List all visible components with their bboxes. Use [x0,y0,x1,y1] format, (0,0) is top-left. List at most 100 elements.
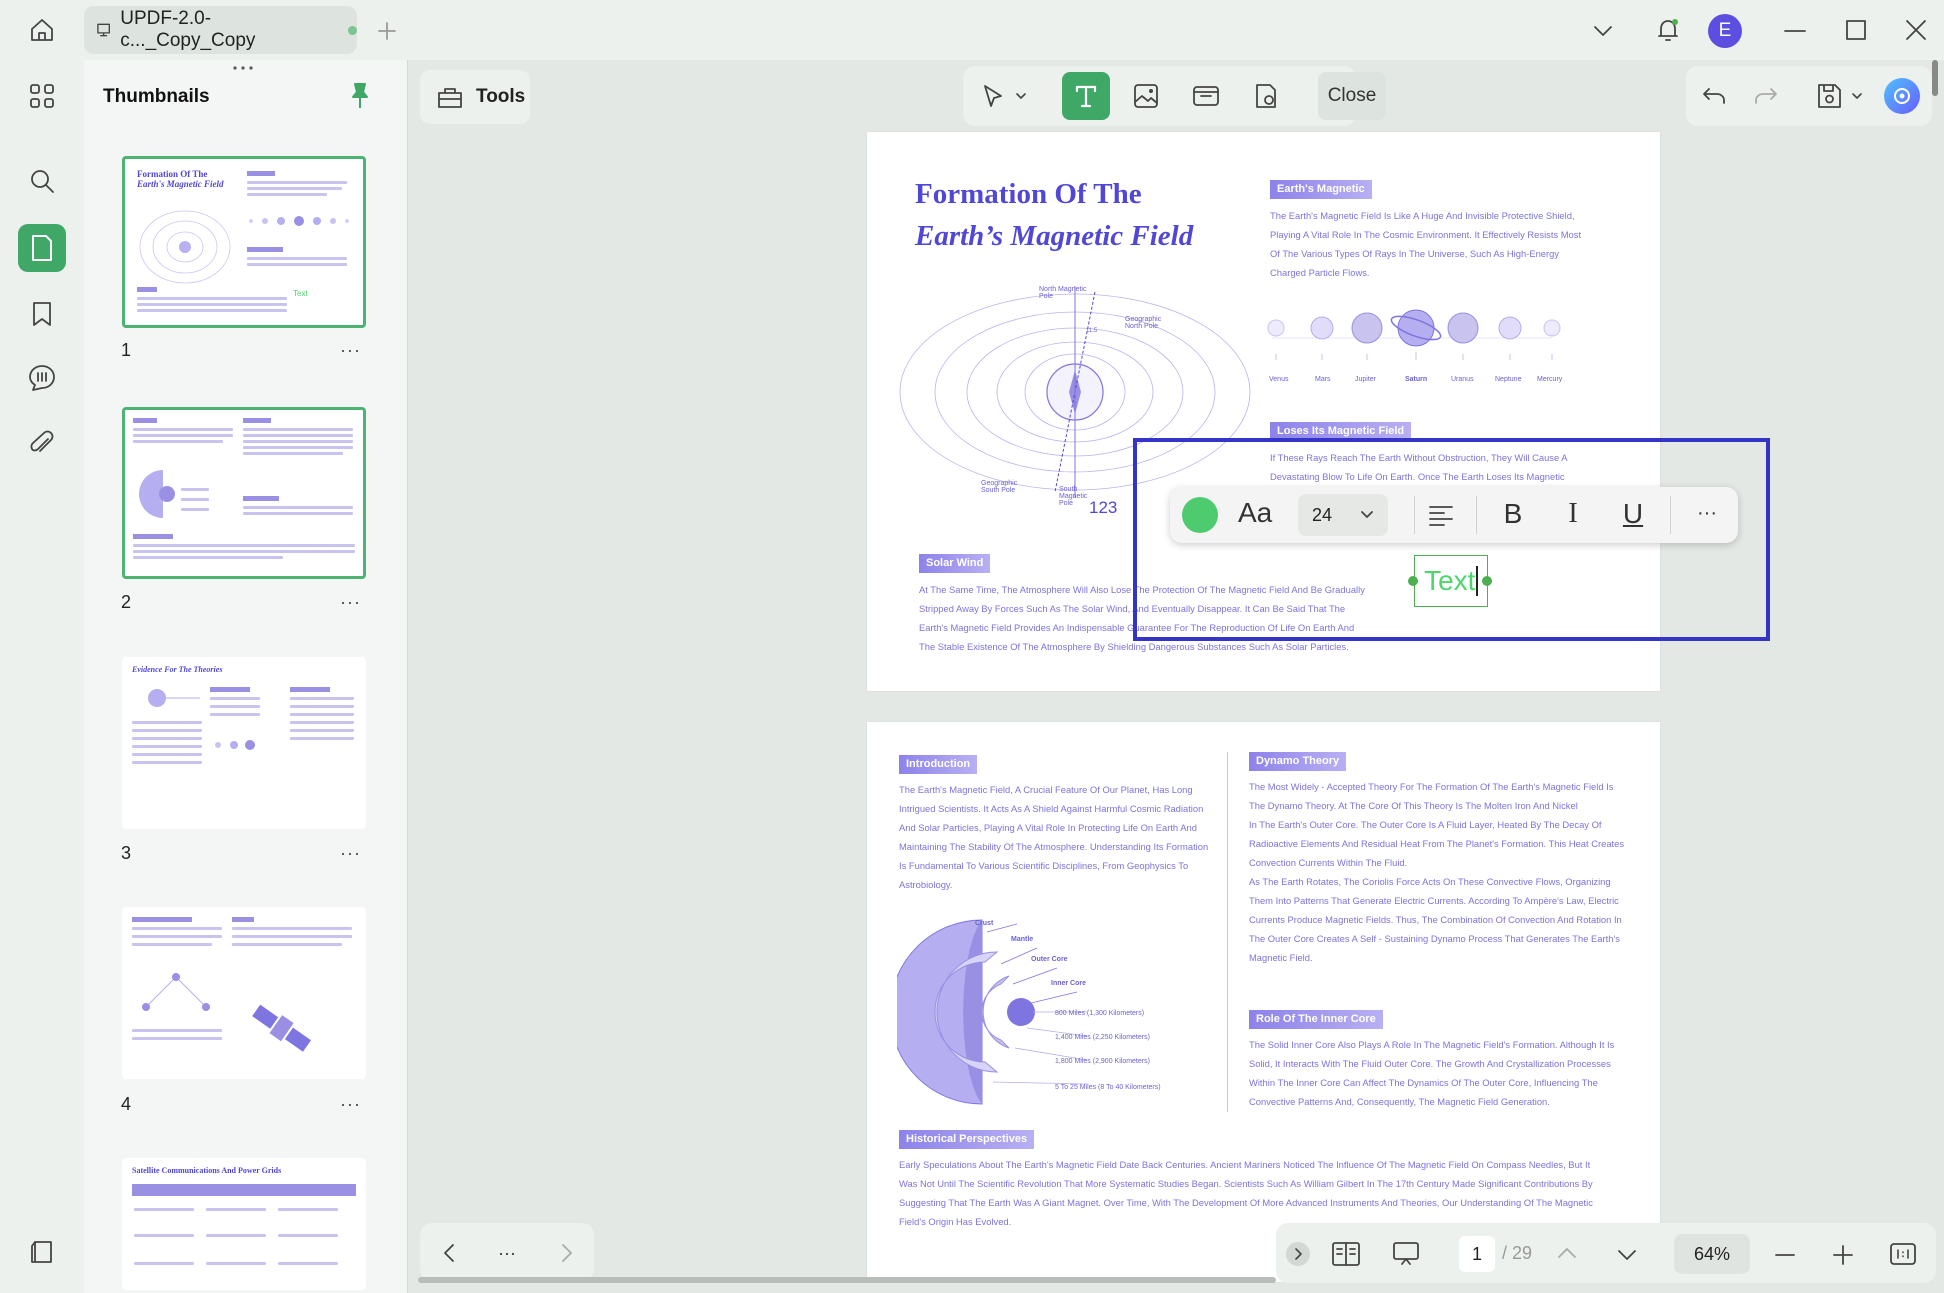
ai-assistant-icon[interactable] [1884,78,1920,114]
search-icon[interactable] [18,157,66,205]
page-number-input[interactable]: 1 [1459,1236,1495,1272]
add-text-tool-button[interactable] [1062,72,1110,120]
undo-icon[interactable] [1694,76,1734,116]
actual-size-icon[interactable] [1886,1238,1920,1270]
layer-label: Outer Core [1031,956,1068,963]
zoom-out-icon[interactable] [1770,1240,1800,1270]
dynamo-text-line: Them Into Patterns That Generate Electri… [1249,895,1619,906]
nav-more-button[interactable]: ··· [492,1238,522,1268]
avatar[interactable]: E [1708,14,1742,48]
dynamo-text-line: Convection Currents Within The Fluid. [1249,857,1408,868]
add-link-tool-button[interactable] [1184,74,1228,118]
page-title-line1: Formation Of The [915,178,1142,210]
dynamo-text-line: The Most Widely - Accepted Theory For Th… [1249,781,1614,792]
resize-handle-left[interactable] [1408,576,1418,586]
font-family-button[interactable]: Aa [1238,497,1272,529]
panel-drag-handle[interactable] [230,64,256,72]
intro-text-line: Astrobiology. [899,879,953,890]
text-color-picker[interactable] [1182,497,1218,533]
next-icon[interactable] [552,1238,582,1268]
resize-handle-right[interactable] [1482,576,1492,586]
thumbnail-page-1[interactable]: Formation Of The Earth's Magnetic Field T… [122,156,366,328]
minimize-icon[interactable] [1780,16,1810,46]
page-down-icon[interactable] [1614,1242,1640,1268]
more-options-button[interactable]: ··· [1690,496,1724,530]
thumbnail-page-4[interactable] [122,907,366,1079]
thumbnail-more-button[interactable]: ··· [340,340,361,361]
attachment-icon[interactable] [18,420,66,468]
thumb3-diagram [148,689,200,707]
hist-text-line: Early Speculations About The Earth's Mag… [899,1159,1591,1170]
planet-label: Venus [1269,376,1289,383]
align-left-icon[interactable] [1424,498,1458,532]
bookmark-icon[interactable] [18,290,66,338]
comment-icon[interactable] [18,354,66,402]
watermark-tool-button[interactable] [1244,74,1288,118]
close-edit-button[interactable]: Close [1318,72,1386,120]
hist-text-line: Was Not Until The Scientific Revolution … [899,1178,1593,1189]
intro-text-line: Is Fundamental To Various Scientific Dis… [899,860,1189,871]
layer-label: Crust [975,920,994,927]
layers-icon[interactable] [18,1228,66,1276]
pdf-page-2[interactable]: Introduction The Earth's Magnetic Field,… [867,722,1660,1282]
vertical-scrollbar[interactable] [1932,60,1938,96]
add-tab-icon[interactable] [374,18,400,44]
chevron-down-icon[interactable] [1588,18,1618,44]
hist-text-line: Field's Origin Has Evolved. [899,1216,1012,1227]
planet-label: Neptune [1495,376,1522,383]
presentation-icon[interactable] [1388,1236,1424,1272]
bell-icon[interactable] [1650,12,1686,48]
page-layout-icon[interactable] [1328,1236,1364,1272]
apps-grid-icon[interactable] [18,72,66,120]
text-tool-icon [1075,85,1097,108]
thumb1-diagram [139,210,231,284]
dynamo-text-line: Radioactive Elements And Residual Heat F… [1249,838,1625,849]
thumbnail-more-button[interactable]: ··· [340,592,361,613]
thumb1-text-mark: Text [293,289,308,298]
document-tab[interactable]: UPDF-2.0-c..._Copy_Copy [84,6,357,54]
new-text-box[interactable]: Text [1414,555,1488,607]
italic-button[interactable]: I [1556,494,1590,534]
thumbnail-more-button[interactable]: ··· [340,1094,361,1115]
close-window-icon[interactable] [1900,14,1932,46]
thumbnail-page-3[interactable]: Evidence For The Theories [122,657,366,829]
page-mark-icon [1256,84,1276,108]
zoom-level[interactable]: 64% [1674,1234,1750,1274]
bold-button[interactable]: B [1496,494,1530,534]
thumbnails-title: Thumbnails [103,86,210,107]
add-image-tool-button[interactable] [1124,74,1168,118]
thumbnail-page-5[interactable]: Satellite Communications And Power Grids [122,1158,366,1290]
thumbnails-icon[interactable] [18,224,66,272]
geographic-south-label: Geographic South Pole [981,480,1018,494]
font-size-select[interactable]: 24 [1298,494,1388,536]
horizontal-scrollbar[interactable] [418,1277,1276,1283]
zoom-in-icon[interactable] [1828,1240,1858,1270]
link-icon [1193,86,1219,106]
maximize-icon[interactable] [1840,14,1872,46]
planet-label: Saturn [1405,376,1428,383]
solar-wind-badge: Solar Wind [919,554,991,573]
toolbar-divider [1476,496,1477,534]
save-icon[interactable] [1812,76,1868,116]
expand-chevron-icon[interactable] [1286,1242,1310,1266]
tools-button[interactable]: Tools [420,70,530,124]
image-icon [1134,84,1158,108]
thumb5-table-header [132,1184,356,1196]
home-icon[interactable] [24,12,60,48]
underline-button[interactable]: U [1616,494,1650,534]
previous-icon[interactable] [434,1238,464,1268]
pin-icon[interactable] [348,82,372,110]
thumbnail-more-button[interactable]: ··· [340,843,361,864]
font-size-value: 24 [1312,504,1333,525]
page-up-icon[interactable] [1554,1240,1580,1266]
select-tool-button[interactable] [976,76,1032,118]
distance-label: 800 Miles (1,300 Kilometers) [1055,1010,1145,1017]
dynamo-text-line: In The Earth's Outer Core. The Outer Cor… [1249,819,1602,830]
earth-text-line: Of The Various Types Of Rays In The Univ… [1270,248,1560,259]
thumbnail-page-2[interactable] [122,407,366,579]
earth-text-line: Charged Particle Flows. [1270,267,1370,278]
thumbnail-number: 3 [121,843,132,863]
redo-icon[interactable] [1746,76,1786,116]
planet-label: Mars [1315,376,1331,383]
historical-perspectives-badge: Historical Perspectives [899,1130,1035,1149]
